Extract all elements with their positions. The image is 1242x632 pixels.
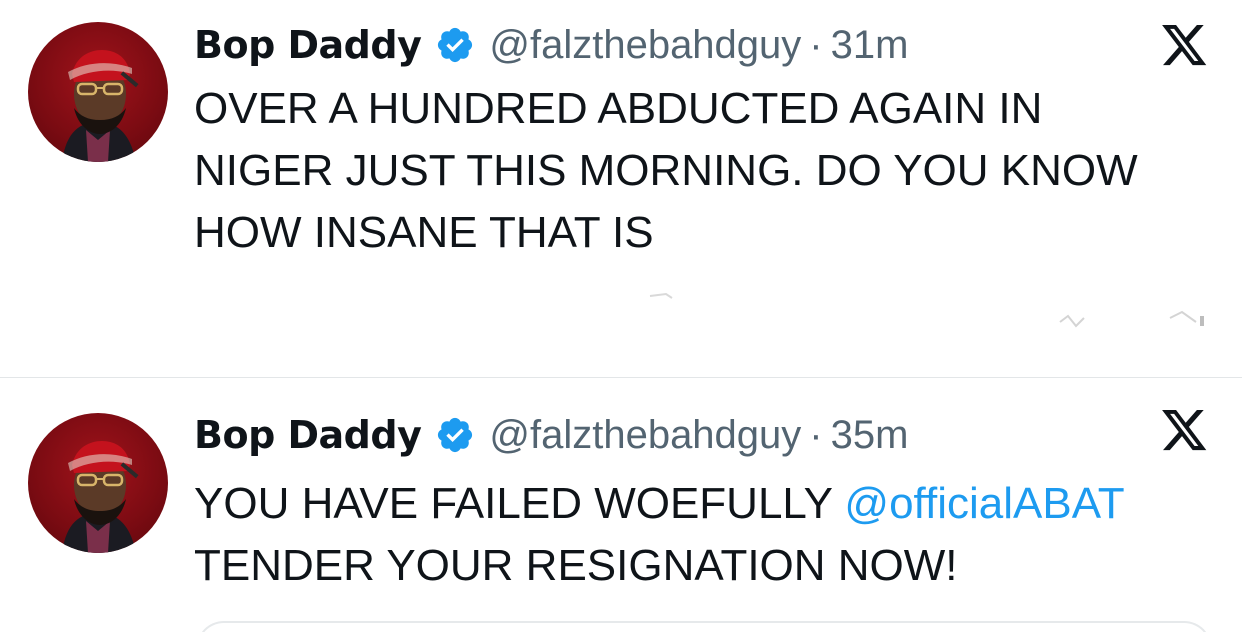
tweet-divider [0, 377, 1242, 378]
avatar[interactable] [28, 22, 168, 162]
tweet-header: Bop Daddy @falzthebahdguy · 31m [194, 20, 908, 70]
avatar-portrait-icon [62, 441, 139, 553]
tweet-text-line: NIGER JUST THIS MORNING. DO YOU KNOW [194, 146, 1138, 195]
tweet-card[interactable]: Bop Daddy @falzthebahdguy · 35m YOU HAVE… [0, 379, 1242, 632]
handle[interactable]: @falzthebahdguy [489, 23, 801, 68]
separator-dot: · [809, 22, 823, 67]
tweet-header: Bop Daddy @falzthebahdguy · 35m [194, 410, 908, 460]
x-logo-icon[interactable] [1162, 25, 1208, 67]
cropped-media-remnant [649, 292, 1204, 328]
display-name[interactable]: Bop Daddy [194, 23, 422, 67]
tweet-card[interactable]: Bop Daddy @falzthebahdguy · 31m OVER A H… [0, 0, 1242, 378]
mention-link[interactable]: @officialABAT [844, 479, 1124, 528]
timestamp[interactable]: 35m [831, 413, 909, 458]
handle[interactable]: @falzthebahdguy [489, 413, 801, 458]
x-logo-icon[interactable] [1162, 410, 1208, 452]
verified-badge-icon [438, 27, 473, 63]
tweet-text: OVER A HUNDRED ABDUCTED AGAIN IN NIGER J… [194, 78, 1204, 264]
avatar[interactable] [28, 413, 168, 553]
tweet-text-line: HOW INSANE THAT IS [194, 208, 654, 257]
avatar-portrait-icon [62, 50, 139, 162]
tweet-text-segment: YOU HAVE FAILED WOEFULLY [194, 479, 845, 528]
separator-dot: · [809, 412, 823, 457]
tweet-text-line: OVER A HUNDRED ABDUCTED AGAIN IN [194, 84, 1043, 133]
tweet-text-line: YOU HAVE FAILED WOEFULLY @officialABAT [194, 473, 1204, 535]
timestamp[interactable]: 31m [831, 23, 909, 68]
quoted-card-edge[interactable] [196, 621, 1212, 632]
display-name[interactable]: Bop Daddy [194, 413, 422, 457]
tweet-text-line: TENDER YOUR RESIGNATION NOW! [194, 541, 958, 590]
tweet-text: YOU HAVE FAILED WOEFULLY @officialABAT T… [194, 473, 1204, 597]
verified-badge-icon [438, 417, 473, 453]
